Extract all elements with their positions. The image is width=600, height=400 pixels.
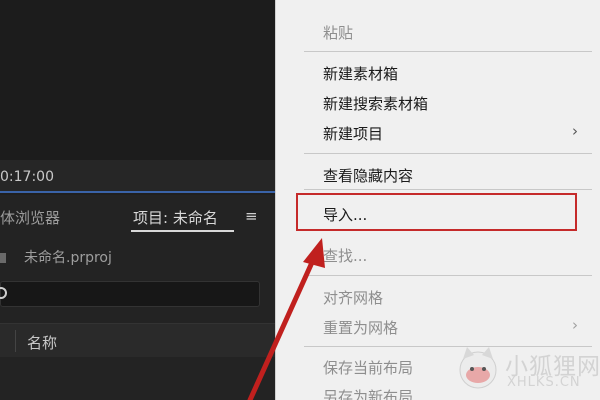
chevron-right-icon: › bbox=[572, 122, 578, 140]
menu-item-find[interactable]: 查找... bbox=[323, 245, 367, 266]
column-header: 名称 bbox=[0, 323, 275, 357]
project-panel: 体浏览器 项目: 未命名 ≡ 未命名.prproj 名称 bbox=[0, 195, 275, 400]
column-name-header[interactable]: 名称 bbox=[27, 332, 57, 353]
watermark-subtext: XHLKS.CN bbox=[507, 375, 581, 390]
time-bar: 0:17:00 bbox=[0, 160, 275, 193]
timecode: 0:17:00 bbox=[0, 169, 54, 185]
chevron-right-icon: › bbox=[572, 316, 578, 334]
watermark: 小狐狸网 XHLKS.CN bbox=[455, 345, 600, 395]
project-file-name: 未命名.prproj bbox=[24, 250, 112, 266]
menu-separator bbox=[304, 275, 592, 276]
menu-item-new-search-bin[interactable]: 新建搜索素材箱 bbox=[323, 93, 428, 114]
tab-media-browser[interactable]: 体浏览器 bbox=[0, 207, 60, 228]
active-tab-indicator bbox=[131, 230, 234, 232]
tab-project[interactable]: 项目: 未命名 bbox=[133, 207, 218, 228]
menu-item-paste[interactable]: 粘贴 bbox=[323, 22, 353, 43]
menu-separator bbox=[304, 153, 592, 154]
menu-item-save-layout[interactable]: 保存当前布局 bbox=[323, 357, 413, 378]
program-monitor bbox=[0, 0, 275, 160]
menu-item-import[interactable]: 导入... bbox=[323, 204, 367, 225]
column-separator bbox=[15, 330, 16, 352]
menu-item-reset-grid[interactable]: 重置为网格 bbox=[323, 317, 398, 338]
menu-item-view-hidden[interactable]: 查看隐藏内容 bbox=[323, 165, 413, 186]
menu-item-new-bin[interactable]: 新建素材箱 bbox=[323, 63, 398, 84]
menu-item-save-new-layout[interactable]: 另存为新布局 bbox=[323, 386, 413, 400]
search-icon bbox=[0, 287, 7, 299]
menu-item-align-grid[interactable]: 对齐网格 bbox=[323, 287, 383, 308]
menu-separator bbox=[304, 189, 592, 190]
menu-item-new-item[interactable]: 新建项目 bbox=[323, 123, 383, 144]
hamburger-icon[interactable]: ≡ bbox=[245, 207, 258, 225]
context-menu: 粘贴 新建素材箱 新建搜索素材箱 新建项目 › 查看隐藏内容 导入... 查找.… bbox=[275, 0, 600, 400]
menu-separator bbox=[304, 51, 592, 52]
search-input[interactable] bbox=[0, 281, 260, 307]
project-file-icon bbox=[0, 253, 6, 263]
fox-logo-icon bbox=[459, 347, 497, 389]
